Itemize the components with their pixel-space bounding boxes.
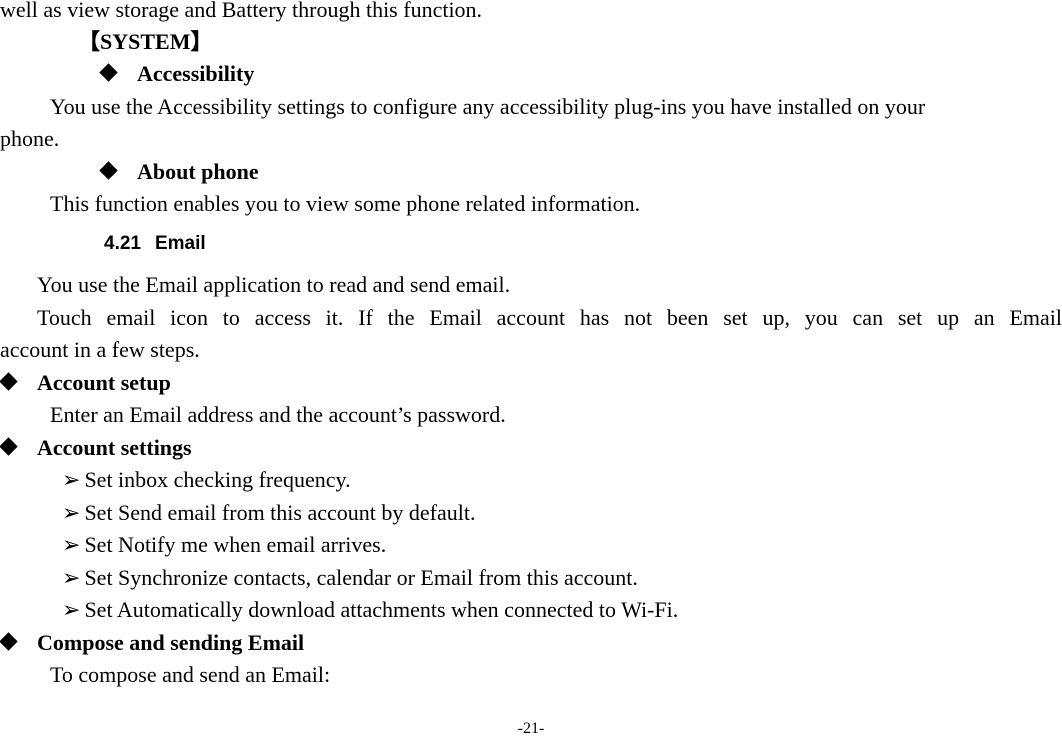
- about-phone-title: About phone: [137, 159, 259, 184]
- arrow-bullet-icon: ➢: [62, 565, 81, 590]
- settings-bullet: ➢ Set Automatically download attachments …: [62, 597, 679, 622]
- diamond-icon: [0, 372, 18, 391]
- settings-bullet: ➢ Set Synchronize contacts, calendar or E…: [62, 565, 638, 590]
- account-setup-description: Enter an Email address and the account’s…: [50, 402, 506, 427]
- system-section-title: 【SYSTEM】: [78, 29, 213, 54]
- compose-heading: Compose and sending Email: [0, 630, 304, 656]
- account-settings-title: Account settings: [37, 435, 192, 460]
- email-touch-line2: account in a few steps.: [0, 337, 200, 362]
- arrow-bullet-icon: ➢: [62, 597, 81, 622]
- accessibility-heading: Accessibility: [99, 61, 255, 87]
- settings-bullet: ➢ Set Notify me when email arrives.: [62, 532, 387, 557]
- about-phone-description: This function enables you to view some p…: [50, 191, 641, 216]
- account-setup-title: Account setup: [37, 370, 171, 395]
- email-intro: You use the Email application to read an…: [37, 272, 511, 297]
- diamond-icon: [0, 437, 18, 456]
- accessibility-title: Accessibility: [137, 61, 255, 86]
- diamond-icon: [0, 632, 18, 651]
- arrow-bullet-icon: ➢: [62, 467, 81, 492]
- arrow-bullet-icon: ➢: [62, 500, 81, 525]
- email-section-heading: 4.21 Email: [104, 231, 206, 257]
- email-touch-line1: Touch email icon to access it. If the Em…: [37, 305, 1062, 330]
- arrow-bullet-icon: ➢: [62, 532, 81, 557]
- about-phone-heading: About phone: [99, 159, 259, 185]
- accessibility-description-line2: phone.: [0, 126, 60, 151]
- compose-description: To compose and send an Email:: [50, 662, 331, 687]
- account-setup-heading: Account setup: [0, 370, 171, 396]
- continuation-text: well as view storage and Battery through…: [0, 0, 483, 22]
- page-number: -21-: [517, 720, 545, 737]
- accessibility-description-line1: You use the Accessibility settings to co…: [50, 94, 926, 119]
- section-title: Email: [154, 233, 206, 254]
- settings-bullet: ➢ Set Send email from this account by def…: [62, 500, 476, 525]
- settings-bullet: ➢ Set inbox checking frequency.: [62, 467, 351, 492]
- diamond-icon: [99, 161, 118, 180]
- account-settings-heading: Account settings: [0, 435, 192, 461]
- section-number: 4.21: [104, 233, 141, 254]
- diamond-icon: [99, 63, 118, 82]
- compose-title: Compose and sending Email: [37, 630, 305, 655]
